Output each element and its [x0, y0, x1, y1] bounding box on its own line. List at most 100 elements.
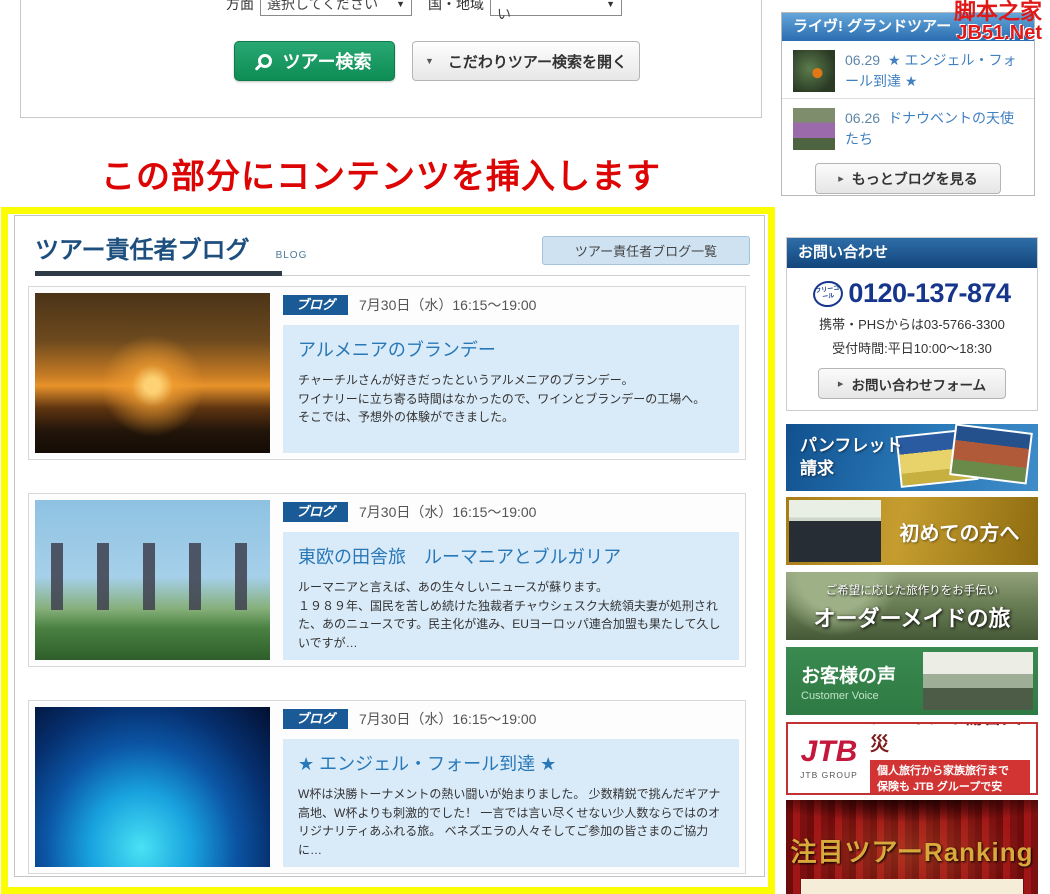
order-made-banner[interactable]: ご希望に応じた旅作りをお手伝い オーダーメイドの旅 — [786, 572, 1038, 640]
blog-entry-title[interactable]: 東欧の田舎旅 ルーマニアとブルガリア — [298, 543, 724, 569]
featured-tour-ranking-banner[interactable]: 注目ツアーRanking — [786, 800, 1038, 894]
more-blogs-label: もっとブログを見る — [852, 169, 978, 189]
blog-entry-title[interactable]: ★ エンジェル・フォール到達 ★ — [298, 750, 724, 776]
moai-statues-photo — [35, 500, 270, 660]
advanced-search-toggle-button[interactable]: ▼ こだわりツアー検索を開く — [412, 41, 640, 81]
arrow-right-icon: ▸ — [838, 172, 844, 185]
search-buttons-row: ツアー検索 ▼ こだわりツアー検索を開く — [234, 41, 640, 81]
blog-entry-meta: ブログ 7月30日（水）16:15～19:00 — [283, 500, 739, 524]
tour-blog-section: ツアー責任者ブログ BLOG ツアー責任者ブログ一覧 ブログ 7月30日（水）1… — [14, 215, 765, 877]
blog-entry-body: ルーマニアと言えば、あの生々しいニュースが蘇ります。 １９８９年、国民を苦しめ続… — [298, 578, 724, 652]
first-time-banner[interactable]: 初めての方へ — [786, 497, 1038, 565]
jtb-group-label: JTB GROUP — [788, 770, 870, 780]
advanced-search-label: こだわりツアー検索を開く — [448, 51, 627, 72]
blog-entry-panel: 東欧の田舎旅 ルーマニアとブルガリア ルーマニアと言えば、あの生々しいニュースが… — [283, 532, 739, 660]
live-blog-item[interactable]: 06.26ドナウベントの天使たち — [782, 98, 1034, 156]
blog-entry[interactable]: ブログ 7月30日（水）16:15～19:00 東欧の田舎旅 ルーマニアとブルガ… — [28, 493, 746, 667]
blog-entry-body: チャーチルさんが好きだったというアルメニアのブランデー。 ワイナリーに立ち寄る時… — [298, 371, 724, 427]
blog-header-underline-accent — [35, 271, 282, 276]
business-hours: 受付時間:平日10:00～18:30 — [787, 338, 1037, 357]
blog-entry-panel: アルメニアのブランデー チャーチルさんが好きだったというアルメニアのブランデー。… — [283, 325, 739, 453]
arrow-right-icon: ▸ — [838, 377, 844, 390]
direction-select-value: 選択してください — [267, 0, 378, 14]
contact-form-button[interactable]: ▸ お問い合わせフォーム — [818, 368, 1006, 399]
more-blogs-button[interactable]: ▸ もっとブログを見る — [815, 163, 1001, 194]
blog-entry[interactable]: ブログ 7月30日（水）16:15～19:00 ★ エンジェル・フォール到達 ★… — [28, 700, 746, 874]
blog-entry-panel: ★ エンジェル・フォール到達 ★ W杯は決勝トーナメントの熱い闘いが始まりました… — [283, 739, 739, 867]
watermark-line1: 脚本之家 — [954, 0, 1042, 23]
live-blog-text: 06.26ドナウベントの天使たち — [845, 108, 1025, 150]
jtb-logo-mark: JTB — [788, 737, 870, 767]
order-made-subtitle: ご希望に応じた旅作りをお手伝い — [786, 582, 1038, 598]
brochure-banner-label: パンフレット 請求 — [800, 435, 902, 481]
live-blog-thumbnail — [793, 108, 835, 150]
jtb-insurance-banner[interactable]: JTB JTB GROUP ジェイアイ傷害火災 個人旅行から家族旅行まで 保険も… — [786, 722, 1038, 795]
site-watermark: 脚本之家 JB51.Net — [954, 0, 1042, 44]
mobile-phone-note: 携帯・PHSからは03-5766-3300 — [787, 314, 1037, 333]
blog-entry-content: ブログ 7月30日（水）16:15～19:00 アルメニアのブランデー チャーチ… — [283, 293, 739, 453]
region-select-value: 選択してください — [497, 0, 596, 24]
tour-search-panel: 方面 選択してください ▼ 国・地域 選択してください ▼ ツアー検索 ▼ こだ… — [20, 0, 762, 118]
phone-number: 0120-137-874 — [848, 278, 1010, 309]
blog-badge: ブログ — [283, 295, 348, 315]
staff-photo — [789, 500, 881, 562]
live-blog-thumbnail — [793, 50, 835, 92]
contact-title: お問い合わせ — [787, 238, 1037, 268]
ranking-banner-title: 注目ツアーRanking — [786, 832, 1038, 869]
blog-section-header: ツアー責任者ブログ BLOG ツアー責任者ブログ一覧 — [35, 230, 750, 265]
jtb-logo: JTB JTB GROUP — [788, 737, 870, 780]
jtb-insurance-title: ジェイアイ傷害火災 — [870, 722, 1030, 756]
free-call-icon: フリーコール — [812, 279, 845, 309]
jtb-banner-text: ジェイアイ傷害火災 個人旅行から家族旅行まで 保険も JTB グループで安心！ — [870, 722, 1036, 795]
customer-voice-text: お客様の声 Customer Voice — [786, 661, 923, 702]
blog-entry-date: 7月30日（水）16:15～19:00 — [359, 709, 536, 729]
blog-entry-body: W杯は決勝トーナメントの熱い闘いが始まりました。 少数精鋭で挑んだギアナ高地、W… — [298, 785, 724, 859]
region-label: 国・地域 — [428, 0, 484, 14]
direction-select[interactable]: 選択してください ▼ — [260, 0, 412, 16]
phone-row: フリーコール 0120-137-874 — [787, 278, 1037, 309]
live-blog-date: 06.29 — [845, 52, 880, 68]
insert-content-note: この部分にコンテンツを挿入します — [0, 149, 762, 198]
baobab-sunset-photo — [35, 293, 270, 453]
region-select[interactable]: 選択してください ▼ — [490, 0, 622, 16]
blog-list-button[interactable]: ツアー責任者ブログ一覧 — [542, 236, 750, 265]
tour-search-button-label: ツアー検索 — [283, 48, 372, 74]
contact-form-label: お問い合わせフォーム — [851, 374, 986, 394]
chevron-down-icon: ▼ — [425, 56, 434, 66]
blog-entry-content: ブログ 7月30日（水）16:15～19:00 東欧の田舎旅 ルーマニアとブルガ… — [283, 500, 739, 660]
search-icon — [258, 54, 272, 68]
blog-badge: ブログ — [283, 709, 348, 729]
blog-entry-date: 7月30日（水）16:15～19:00 — [359, 295, 536, 315]
chevron-down-icon: ▼ — [396, 0, 405, 9]
blog-badge: ブログ — [283, 502, 348, 522]
watermark-line2: JB51.Net — [954, 23, 1042, 44]
live-blog-date: 06.26 — [845, 110, 880, 126]
page: 方面 選択してください ▼ 国・地域 選択してください ▼ ツアー検索 ▼ こだ… — [0, 0, 1050, 894]
direction-label: 方面 — [226, 0, 254, 14]
chevron-down-icon: ▼ — [606, 0, 615, 9]
first-time-banner-label: 初めての方へ — [881, 517, 1038, 546]
blog-entry-meta: ブログ 7月30日（水）16:15～19:00 — [283, 293, 739, 317]
jtb-insurance-description: 個人旅行から家族旅行まで 保険も JTB グループで安心！ — [870, 760, 1030, 795]
brochure-request-banner[interactable]: パンフレット 請求 — [786, 424, 1038, 491]
brochure-image — [949, 424, 1033, 485]
ranking-banner-stage — [801, 879, 1023, 894]
blog-entry[interactable]: ブログ 7月30日（水）16:15～19:00 アルメニアのブランデー チャーチ… — [28, 286, 746, 460]
blog-header-underline — [35, 271, 750, 276]
waterfall-group-photo — [923, 652, 1033, 710]
blog-entry-content: ブログ 7月30日（水）16:15～19:00 ★ エンジェル・フォール到達 ★… — [283, 707, 739, 867]
customer-voice-subtitle: Customer Voice — [801, 690, 923, 702]
contact-box: お問い合わせ フリーコール 0120-137-874 携帯・PHSからは03-5… — [786, 237, 1038, 411]
customer-voice-banner[interactable]: お客様の声 Customer Voice — [786, 647, 1038, 715]
blog-entry-meta: ブログ 7月30日（水）16:15～19:00 — [283, 707, 739, 731]
blog-entry-date: 7月30日（水）16:15～19:00 — [359, 502, 536, 522]
live-blog-item[interactable]: 06.29★ エンジェル・フォール到達 ★ — [782, 41, 1034, 98]
customer-voice-title: お客様の声 — [801, 661, 923, 688]
search-filters-row: 方面 選択してください ▼ 国・地域 選択してください ▼ — [226, 0, 622, 16]
blog-entry-title[interactable]: アルメニアのブランデー — [298, 336, 724, 362]
blog-section-title: ツアー責任者ブログ — [35, 230, 250, 265]
live-blog-text: 06.29★ エンジェル・フォール到達 ★ — [845, 50, 1025, 92]
order-made-title: オーダーメイドの旅 — [786, 601, 1038, 633]
tour-search-button[interactable]: ツアー検索 — [234, 41, 395, 81]
blog-section-subtitle: BLOG — [276, 250, 308, 261]
